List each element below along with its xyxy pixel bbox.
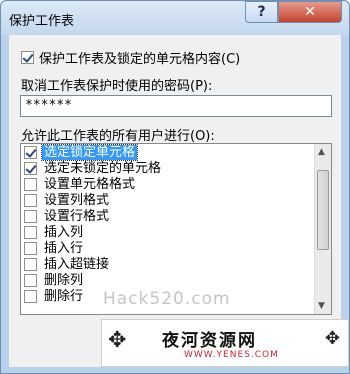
ornament-icon: ✥	[108, 328, 127, 353]
scroll-down-icon[interactable]: ▼	[318, 301, 325, 311]
protect-label: 保护工作表及锁定的单元格内容(C)	[39, 52, 241, 67]
item-checkbox[interactable]	[24, 241, 37, 255]
item-checkbox[interactable]	[24, 225, 37, 239]
password-input[interactable]: ******	[20, 95, 332, 117]
item-checkbox[interactable]	[24, 161, 37, 175]
dialog-body: 保护工作表及锁定的单元格内容(C) 取消工作表保护时使用的密码(P): ****…	[9, 35, 341, 367]
item-label: 删除行	[44, 288, 84, 304]
item-label: 删除列	[44, 272, 84, 288]
item-label: 插入超链接	[44, 256, 110, 272]
item-label: 选定未锁定的单元格	[44, 160, 162, 176]
close-icon: ✕	[304, 4, 316, 20]
item-label: 设置行格式	[44, 208, 110, 224]
list-scrollbar[interactable]: ▲ ▼	[314, 144, 331, 314]
help-icon: ?	[257, 4, 266, 20]
banner-url: WWW.YENES.COM	[184, 350, 279, 360]
ornament-icon: ✥	[324, 328, 340, 349]
list-item[interactable]: 选定锁定单元格	[21, 144, 331, 161]
item-checkbox[interactable]	[24, 145, 37, 159]
scroll-thumb[interactable]	[317, 170, 329, 250]
list-item[interactable]: 选定未锁定的单元格	[21, 160, 331, 176]
banner-brand: 夜河资源网	[162, 331, 257, 351]
list-item[interactable]: 设置行格式	[21, 208, 331, 224]
permissions-label: 允许此工作表的所有用户进行(O):	[21, 129, 215, 144]
item-checkbox[interactable]	[24, 177, 37, 191]
item-checkbox[interactable]	[24, 289, 37, 303]
item-checkbox[interactable]	[24, 273, 37, 287]
help-button[interactable]: ?	[245, 1, 278, 23]
item-checkbox[interactable]	[24, 257, 37, 271]
password-label: 取消工作表保护时使用的密码(P):	[21, 79, 213, 94]
list-item[interactable]: 插入超链接	[21, 256, 331, 272]
scroll-up-icon[interactable]: ▲	[318, 147, 325, 157]
item-label: 选定锁定单元格	[40, 144, 139, 161]
title-bar[interactable]: 保护工作表 ? ✕	[1, 1, 349, 35]
list-item[interactable]: 设置列格式	[21, 192, 331, 208]
protect-checkbox-row[interactable]: 保护工作表及锁定的单元格内容(C)	[21, 48, 240, 67]
list-item[interactable]: 设置单元格格式	[21, 176, 331, 192]
site-watermark-banner: ✥ 夜河资源网 WWW.YENES.COM ✥	[101, 319, 349, 367]
list-item[interactable]: 删除列	[21, 272, 331, 288]
item-checkbox[interactable]	[24, 193, 37, 207]
item-label: 设置单元格格式	[44, 176, 136, 192]
watermark-text: Hack520.com	[103, 289, 231, 309]
protect-checkbox[interactable]	[21, 51, 34, 64]
item-label: 插入行	[44, 240, 84, 256]
close-button[interactable]: ✕	[278, 1, 342, 23]
item-label: 插入列	[44, 224, 84, 240]
dialog-window: 保护工作表 ? ✕ 保护工作表及锁定的单元格内容(C) 取消工作表保护时使用的密…	[0, 0, 350, 374]
list-item[interactable]: 插入行	[21, 240, 331, 256]
item-label: 设置列格式	[44, 192, 110, 208]
item-checkbox[interactable]	[24, 209, 37, 223]
list-item[interactable]: 插入列	[21, 224, 331, 240]
dialog-title: 保护工作表	[9, 14, 75, 29]
